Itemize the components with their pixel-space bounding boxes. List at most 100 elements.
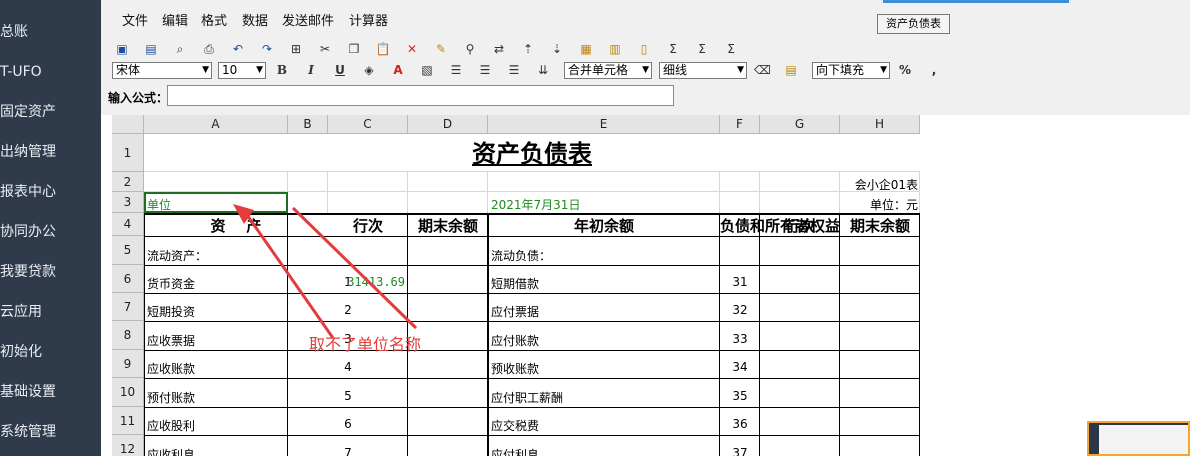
liability-line-no[interactable]: 33 <box>720 332 760 346</box>
delete-icon[interactable]: ✕ <box>404 41 420 57</box>
select-all-corner[interactable] <box>112 115 144 134</box>
liability-name[interactable]: 流动负债： <box>491 247 551 264</box>
asset-name[interactable]: 短期投资 <box>147 303 195 320</box>
sidebar-item[interactable]: 固定资产 <box>0 92 56 132</box>
align-left-icon[interactable]: ☰ <box>448 62 464 78</box>
asset-line-no[interactable]: 5 <box>288 389 408 403</box>
asset-name[interactable]: 应收利息 <box>147 446 195 456</box>
bold-button[interactable]: B <box>274 62 290 78</box>
column-header[interactable]: B <box>288 115 328 134</box>
sidebar-item[interactable]: T-UFO <box>0 52 42 92</box>
align-right-icon[interactable]: ☰ <box>506 62 522 78</box>
column-header[interactable]: H <box>840 115 920 134</box>
column-header[interactable]: F <box>720 115 760 134</box>
sidebar-item[interactable]: 初始化 <box>0 332 42 372</box>
sum-col-icon[interactable]: Σ <box>723 41 739 57</box>
print-icon[interactable]: ⎙ <box>201 41 217 57</box>
percent-button[interactable]: % <box>897 62 913 78</box>
copy-icon[interactable]: ❐ <box>346 41 362 57</box>
border-style-select[interactable]: 细线 ▼ <box>659 62 747 79</box>
font-color-icon[interactable]: A <box>390 62 406 78</box>
comma-button[interactable]: , <box>926 62 942 78</box>
format-brush-icon[interactable]: ▤ <box>783 62 799 78</box>
fill-color-icon[interactable]: ◈ <box>361 62 377 78</box>
menu-item[interactable]: 格式 <box>201 10 227 29</box>
zoom-icon[interactable]: ⊞ <box>288 41 304 57</box>
sidebar-item[interactable]: 云应用 <box>0 292 42 332</box>
font-size-select[interactable]: 10 ▼ <box>218 62 266 79</box>
liability-name[interactable]: 应付利息 <box>491 446 539 456</box>
menu-item[interactable]: 编辑 <box>162 10 188 29</box>
row-header[interactable]: 1 <box>112 134 144 172</box>
sort-asc-icon[interactable]: ⇡ <box>520 41 536 57</box>
eraser-icon[interactable]: ⌫ <box>754 62 771 78</box>
find-icon[interactable]: ⚲ <box>462 41 478 57</box>
asset-name[interactable]: 货币资金 <box>147 275 195 292</box>
wrap-text-icon[interactable]: ⇊ <box>535 62 551 78</box>
row-header[interactable]: 8 <box>112 321 144 350</box>
column-header[interactable]: G <box>760 115 840 134</box>
insert-col-icon[interactable]: ▥ <box>607 41 623 57</box>
menu-item[interactable]: 文件 <box>122 10 148 29</box>
freeze-icon[interactable]: ▯ <box>636 41 652 57</box>
underline-button[interactable]: U <box>332 62 348 78</box>
row-header[interactable]: 5 <box>112 236 144 265</box>
sort-desc-icon[interactable]: ⇣ <box>549 41 565 57</box>
menu-item[interactable]: 计算器 <box>349 10 388 29</box>
asset-line-no[interactable]: 4 <box>288 360 408 374</box>
asset-end-balance[interactable]: 31413.69 <box>328 275 405 289</box>
asset-line-no[interactable]: 7 <box>288 446 408 456</box>
formula-input[interactable] <box>167 85 674 106</box>
spreadsheet-grid[interactable]: A B C D E F G H 1 2 3 4 5 6 7 8 9 10 11 12 资产负债表 会小企01表 单位 2021… <box>112 115 920 456</box>
cut-icon[interactable]: ✂ <box>317 41 333 57</box>
sum-icon[interactable]: Σ <box>665 41 681 57</box>
menu-item[interactable]: 数据 <box>242 10 268 29</box>
asset-line-no[interactable]: 2 <box>288 303 408 317</box>
row-header[interactable]: 2 <box>112 172 144 192</box>
sidebar-item[interactable]: 总账 <box>0 12 28 52</box>
liability-line-no[interactable]: 31 <box>720 275 760 289</box>
sidebar-item[interactable]: 出纳管理 <box>0 132 56 172</box>
row-header[interactable]: 9 <box>112 350 144 378</box>
sum-row-icon[interactable]: Σ <box>694 41 710 57</box>
asset-name[interactable]: 应收股利 <box>147 417 195 434</box>
undo-icon[interactable]: ↶ <box>230 41 246 57</box>
insert-row-icon[interactable]: ▦ <box>578 41 594 57</box>
print-preview-icon[interactable]: ⌕ <box>172 41 188 57</box>
column-header[interactable]: A <box>144 115 288 134</box>
row-header[interactable]: 12 <box>112 435 144 456</box>
menu-item[interactable]: 发送邮件 <box>282 10 334 29</box>
liability-name[interactable]: 应交税费 <box>491 417 539 434</box>
fill-down-select[interactable]: 向下填充 ▼ <box>812 62 890 79</box>
liability-name[interactable]: 短期借款 <box>491 275 539 292</box>
liability-name[interactable]: 应付票据 <box>491 303 539 320</box>
row-header[interactable]: 10 <box>112 378 144 407</box>
liability-name[interactable]: 应付职工薪酬 <box>491 389 563 406</box>
row-header[interactable]: 11 <box>112 407 144 435</box>
sidebar-item[interactable]: 我要贷款 <box>0 252 56 292</box>
liability-line-no[interactable]: 32 <box>720 303 760 317</box>
selected-cell[interactable] <box>144 192 288 213</box>
merge-select[interactable]: 合并单元格 ▼ <box>564 62 652 79</box>
column-header[interactable]: C <box>328 115 408 134</box>
row-header[interactable]: 7 <box>112 293 144 321</box>
border-icon[interactable]: ▧ <box>419 62 435 78</box>
sidebar-item[interactable]: 协同办公 <box>0 212 56 252</box>
window-thumbnail[interactable] <box>1087 421 1190 456</box>
asset-name[interactable]: 应收账款 <box>147 360 195 377</box>
column-header[interactable]: E <box>488 115 720 134</box>
row-header[interactable]: 4 <box>112 213 144 236</box>
sidebar-item[interactable]: 系统管理 <box>0 412 56 452</box>
sidebar-item[interactable]: 报表中心 <box>0 172 56 212</box>
liability-line-no[interactable]: 35 <box>720 389 760 403</box>
asset-name[interactable]: 预付账款 <box>147 389 195 406</box>
save-icon[interactable]: ▣ <box>114 41 130 57</box>
replace-icon[interactable]: ⇄ <box>491 41 507 57</box>
format-painter-icon[interactable]: ✎ <box>433 41 449 57</box>
row-header[interactable]: 3 <box>112 192 144 213</box>
liability-name[interactable]: 预收账款 <box>491 360 539 377</box>
sidebar-item[interactable]: 基础设置 <box>0 372 56 412</box>
paste-icon[interactable]: 📋 <box>375 41 391 57</box>
redo-icon[interactable]: ↷ <box>259 41 275 57</box>
liability-line-no[interactable]: 36 <box>720 417 760 431</box>
